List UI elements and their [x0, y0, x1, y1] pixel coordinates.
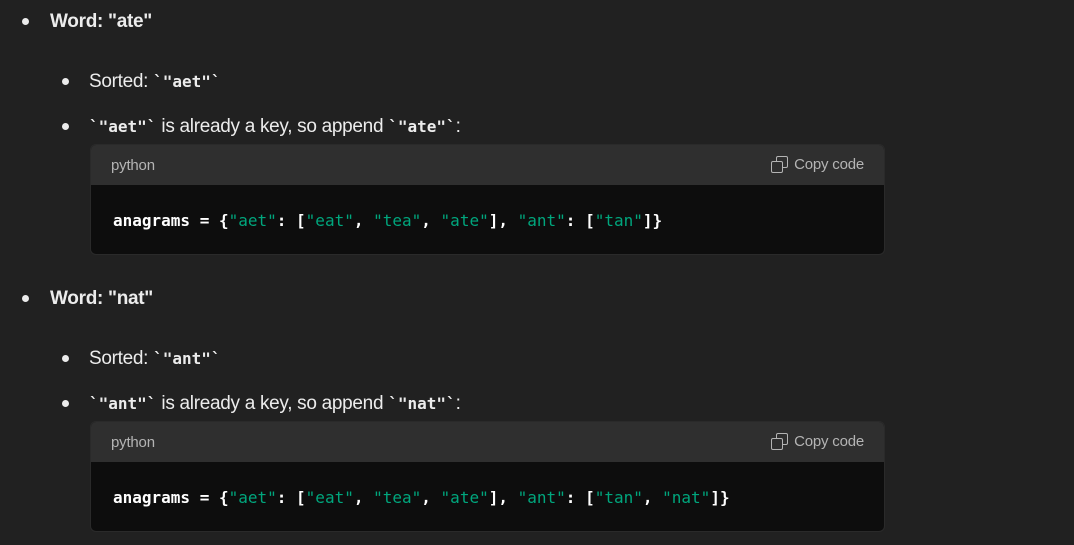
append-text: is already a key, so append — [156, 393, 389, 414]
append-code: `"nat"` — [388, 394, 456, 413]
copy-code-label: Copy code — [794, 156, 864, 173]
sorted-line: Sorted: `"aet"` — [89, 70, 221, 94]
code-language: python — [111, 157, 155, 174]
bullet-icon — [22, 18, 29, 25]
append-text: is already a key, so append — [156, 116, 389, 137]
append-suffix: : — [455, 393, 461, 414]
bullet-icon — [22, 295, 29, 302]
code-block: python Copy code anagrams = {"aet": ["ea… — [90, 144, 885, 255]
append-code: `"ate"` — [388, 117, 456, 136]
bullet-icon — [62, 355, 69, 362]
code-line: anagrams = {"aet": ["eat", "tea", "ate"]… — [113, 211, 663, 230]
code-block: python Copy code anagrams = {"aet": ["ea… — [90, 421, 885, 532]
copy-code-label: Copy code — [794, 433, 864, 450]
append-line: `"aet"` is already a key, so append `"at… — [89, 115, 461, 139]
copy-code-button[interactable]: Copy code — [771, 433, 864, 450]
copy-icon — [771, 156, 789, 173]
code-language: python — [111, 434, 155, 451]
sorted-label: Sorted: — [89, 348, 154, 369]
sorted-label: Sorted: — [89, 71, 154, 92]
code-header: python Copy code — [91, 422, 884, 462]
copy-code-button[interactable]: Copy code — [771, 156, 864, 173]
key-code: `"ant"` — [89, 394, 157, 413]
code-line: anagrams = {"aet": ["eat", "tea", "ate"]… — [113, 488, 730, 507]
append-line: `"ant"` is already a key, so append `"na… — [89, 392, 461, 416]
sorted-code: `"ant"` — [153, 349, 221, 368]
word-heading: Word: "nat" — [50, 288, 154, 309]
append-suffix: : — [455, 116, 461, 137]
word-heading: Word: "ate" — [50, 11, 152, 32]
sorted-line: Sorted: `"ant"` — [89, 347, 221, 371]
code-header: python Copy code — [91, 145, 884, 185]
bullet-icon — [62, 123, 69, 130]
bullet-icon — [62, 78, 69, 85]
sorted-code: `"aet"` — [153, 72, 221, 91]
copy-icon — [771, 433, 789, 450]
bullet-icon — [62, 400, 69, 407]
key-code: `"aet"` — [89, 117, 157, 136]
